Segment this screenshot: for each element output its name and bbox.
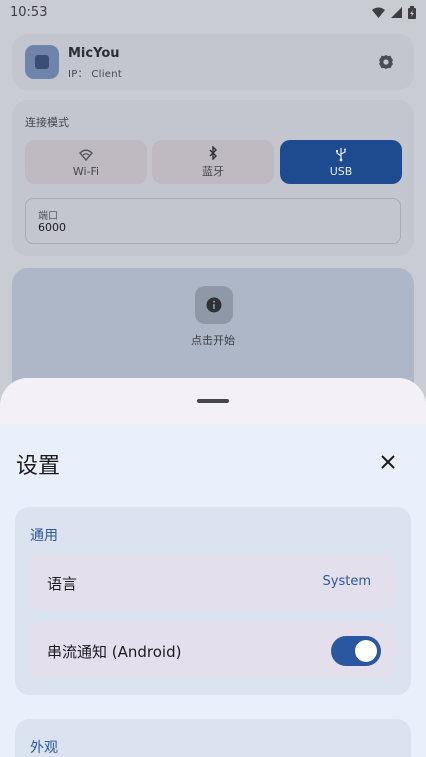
close-button[interactable] <box>374 448 402 476</box>
mode-wifi-label: Wi-Fi <box>72 164 100 178</box>
settings-sheet: 设置 通用 语言 System 串流通知 (Android) 外观 <box>0 378 426 757</box>
mode-bluetooth-button[interactable]: 蓝牙 <box>152 140 274 184</box>
appearance-group-title: 外观 <box>30 740 58 756</box>
connection-mode-card: 连接模式 Wi-Fi 蓝牙 USB 端口 6000 <box>12 100 414 256</box>
language-value[interactable]: System <box>323 574 371 589</box>
toggle-knob <box>355 640 377 662</box>
port-field-label: 端口 <box>38 211 58 222</box>
port-field-value[interactable]: 6000 <box>38 221 66 234</box>
general-group-title: 通用 <box>30 528 58 544</box>
close-icon <box>381 455 395 469</box>
status-icons <box>372 5 416 19</box>
wifi-signal-icon <box>372 7 385 18</box>
bluetooth-icon <box>207 145 219 161</box>
battery-icon <box>408 5 416 19</box>
app-name: MicYou <box>68 46 120 61</box>
stream-notification-toggle[interactable] <box>331 636 381 666</box>
wifi-icon <box>79 147 93 163</box>
stream-notification-row[interactable]: 串流通知 (Android) <box>30 622 396 678</box>
language-setting-row[interactable]: 语言 System <box>30 554 396 610</box>
status-time: 10:53 <box>10 4 48 20</box>
status-bar: 10:53 <box>0 0 426 24</box>
app-header-card: MicYou IP： Client <box>12 34 414 90</box>
start-button[interactable] <box>195 286 233 324</box>
port-field[interactable]: 端口 6000 <box>25 198 401 244</box>
start-label: 点击开始 <box>191 334 235 347</box>
app-ip-status: IP： Client <box>68 69 123 80</box>
info-icon <box>206 297 222 313</box>
mode-bluetooth-label: 蓝牙 <box>202 165 224 178</box>
sheet-drag-handle[interactable] <box>197 399 229 403</box>
connection-mode-label: 连接模式 <box>25 116 69 129</box>
mode-wifi-button[interactable]: Wi-Fi <box>25 140 147 184</box>
mode-usb-button[interactable]: USB <box>280 140 402 184</box>
settings-title: 设置 <box>16 454 61 479</box>
appearance-settings-group: 外观 <box>15 719 411 757</box>
language-label: 语言 <box>47 575 78 593</box>
app-logo-icon <box>25 45 59 79</box>
mode-usb-label: USB <box>329 164 353 178</box>
usb-icon <box>334 147 348 163</box>
gear-icon[interactable] <box>378 54 394 70</box>
stream-notification-label: 串流通知 (Android) <box>47 643 182 661</box>
general-settings-group: 通用 语言 System 串流通知 (Android) <box>15 507 411 695</box>
cell-signal-icon <box>391 6 402 18</box>
